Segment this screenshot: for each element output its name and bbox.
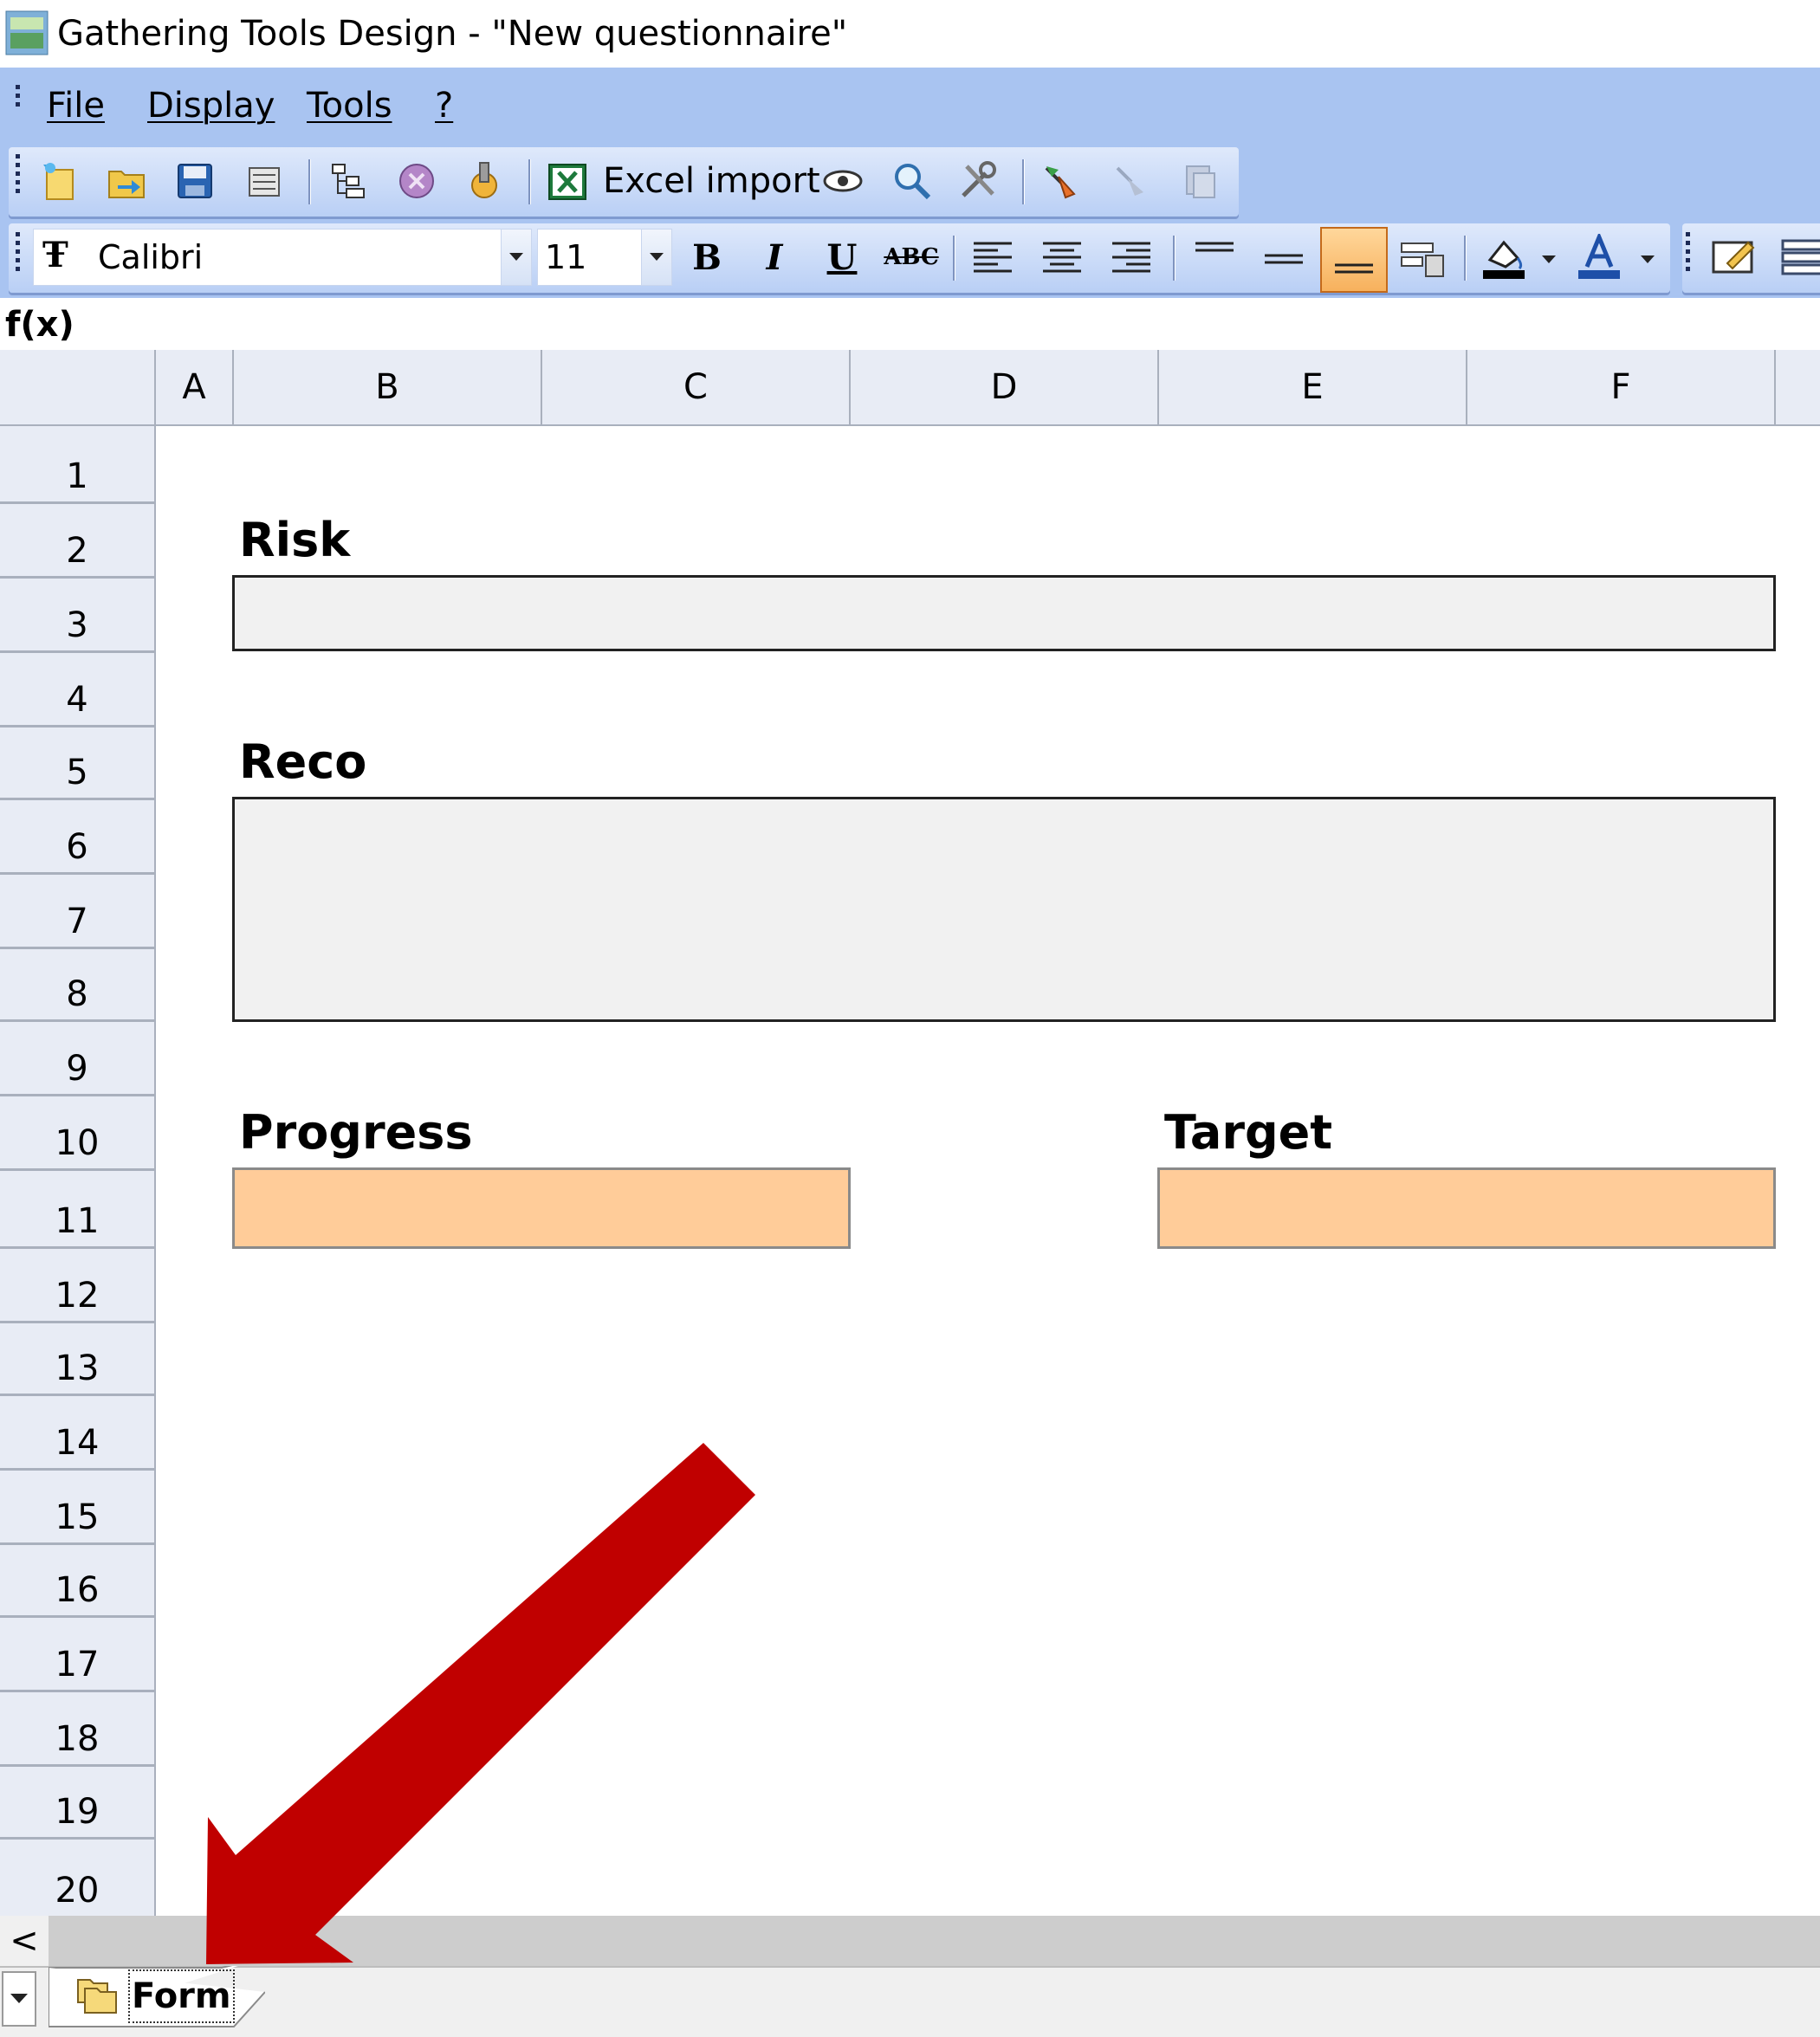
row-header-6[interactable]: 6 — [0, 800, 156, 875]
window-title: Gathering Tools Design - "New questionna… — [57, 14, 848, 54]
font-size-value: 11 — [545, 238, 587, 276]
font-combo[interactable]: Ŧ Calibri — [33, 229, 532, 286]
select-all-corner[interactable] — [0, 350, 156, 426]
progress-field[interactable] — [232, 1167, 851, 1249]
cancel-icon[interactable] — [392, 154, 442, 208]
font-icon: Ŧ — [42, 235, 68, 275]
row-header-8[interactable]: 8 — [0, 949, 156, 1022]
target-field[interactable] — [1157, 1167, 1776, 1249]
font-size-combo[interactable]: 11 — [537, 229, 672, 286]
folder-icon — [74, 1973, 121, 2020]
valign-bottom-icon[interactable] — [1320, 227, 1388, 293]
row-header-2[interactable]: 2 — [0, 504, 156, 579]
menu-help[interactable]: ? — [435, 83, 453, 128]
preview-eye-icon[interactable] — [818, 154, 868, 208]
target-label: Target — [1164, 1105, 1333, 1160]
layout-icon[interactable] — [1776, 227, 1820, 288]
fill-color-dropdown-icon[interactable] — [1542, 251, 1556, 268]
save-icon[interactable] — [170, 154, 220, 208]
column-header-a[interactable]: A — [156, 350, 234, 426]
valign-middle-icon[interactable] — [1256, 227, 1312, 288]
search-icon[interactable] — [887, 154, 937, 208]
row-header-9[interactable]: 9 — [0, 1022, 156, 1096]
italic-button[interactable]: I — [747, 227, 802, 288]
toolbar-separator — [1173, 236, 1176, 281]
tree-icon[interactable] — [324, 154, 374, 208]
align-center-icon[interactable] — [1034, 227, 1090, 288]
progress-label: Progress — [239, 1105, 473, 1160]
fill-color-icon[interactable] — [1476, 227, 1532, 288]
column-header-g[interactable] — [1776, 350, 1820, 426]
font-name: Calibri — [98, 238, 204, 276]
chevron-down-icon[interactable] — [501, 230, 531, 285]
menu-tools[interactable]: Tools — [307, 83, 392, 128]
row-header-15[interactable]: 15 — [0, 1471, 156, 1545]
row-header-14[interactable]: 14 — [0, 1396, 156, 1471]
column-header-b[interactable]: B — [234, 350, 542, 426]
connect-icon[interactable] — [1036, 154, 1086, 208]
horizontal-scrollbar[interactable] — [0, 1916, 1820, 1966]
row-header-7[interactable]: 7 — [0, 875, 156, 949]
risk-field[interactable] — [232, 575, 1776, 651]
reco-field[interactable] — [232, 797, 1776, 1022]
column-header-e[interactable]: E — [1159, 350, 1467, 426]
row-header-18[interactable]: 18 — [0, 1692, 156, 1767]
wrap-text-icon[interactable] — [1395, 227, 1450, 288]
row-header-1[interactable]: 1 — [0, 426, 156, 504]
risk-label: Risk — [239, 513, 351, 567]
format-toolbar-grip[interactable] — [16, 232, 21, 275]
strikethrough-button[interactable]: ABC — [884, 227, 939, 288]
row-header-20[interactable]: 20 — [0, 1840, 156, 1916]
settings-icon[interactable] — [459, 154, 509, 208]
toolbar-separator — [1022, 159, 1025, 204]
font-color-icon[interactable] — [1571, 227, 1627, 288]
row-header-12[interactable]: 12 — [0, 1249, 156, 1323]
scroll-left-button[interactable]: < — [0, 1916, 49, 1966]
row-header-4[interactable]: 4 — [0, 653, 156, 728]
menu-display[interactable]: Display — [147, 83, 275, 128]
row-header-13[interactable]: 13 — [0, 1323, 156, 1396]
excel-import-button[interactable]: Excel import — [603, 154, 820, 208]
reco-label: Reco — [239, 734, 367, 789]
disconnect-icon — [1105, 154, 1156, 208]
menu-grip[interactable] — [16, 85, 21, 111]
font-color-dropdown-icon[interactable] — [1641, 251, 1655, 268]
sheet-tab-bar — [0, 1966, 1820, 2037]
row-header-10[interactable]: 10 — [0, 1096, 156, 1171]
publish-icon — [1175, 154, 1225, 208]
new-icon[interactable] — [35, 154, 85, 208]
underline-button[interactable]: U — [814, 227, 870, 288]
print-preview-icon[interactable] — [239, 154, 289, 208]
toolbar-separator — [308, 159, 311, 204]
formula-input[interactable] — [95, 300, 1819, 348]
app-icon — [5, 10, 49, 55]
row-header-19[interactable]: 19 — [0, 1767, 156, 1840]
sheet-list-dropdown-icon[interactable] — [2, 1971, 36, 2027]
column-header-c[interactable]: C — [542, 350, 851, 426]
row-header-3[interactable]: 3 — [0, 579, 156, 653]
column-header-f[interactable]: F — [1467, 350, 1776, 426]
edit-field-icon[interactable] — [1707, 227, 1762, 288]
extra-toolbar-grip[interactable] — [1686, 232, 1691, 275]
toolbar-separator — [953, 236, 955, 281]
column-header-d[interactable]: D — [851, 350, 1159, 426]
row-header-5[interactable]: 5 — [0, 728, 156, 800]
sheet-tab-label[interactable]: Form — [128, 1969, 235, 2023]
formula-label: f(x) — [5, 305, 74, 345]
toolbar-grip[interactable] — [16, 154, 21, 197]
menu-file[interactable]: File — [47, 83, 105, 128]
toolbar-separator — [528, 159, 531, 204]
row-header-16[interactable]: 16 — [0, 1545, 156, 1618]
align-right-icon[interactable] — [1104, 227, 1159, 288]
valign-top-icon[interactable] — [1187, 227, 1242, 288]
row-header-17[interactable]: 17 — [0, 1618, 156, 1692]
align-left-icon[interactable] — [965, 227, 1020, 288]
toolbar-separator — [1464, 236, 1467, 281]
tools-icon[interactable] — [953, 154, 1003, 208]
excel-icon[interactable] — [542, 154, 593, 208]
bold-button[interactable]: B — [679, 227, 735, 288]
chevron-down-icon[interactable] — [641, 230, 671, 285]
row-header-11[interactable]: 11 — [0, 1171, 156, 1249]
open-icon[interactable] — [102, 154, 152, 208]
